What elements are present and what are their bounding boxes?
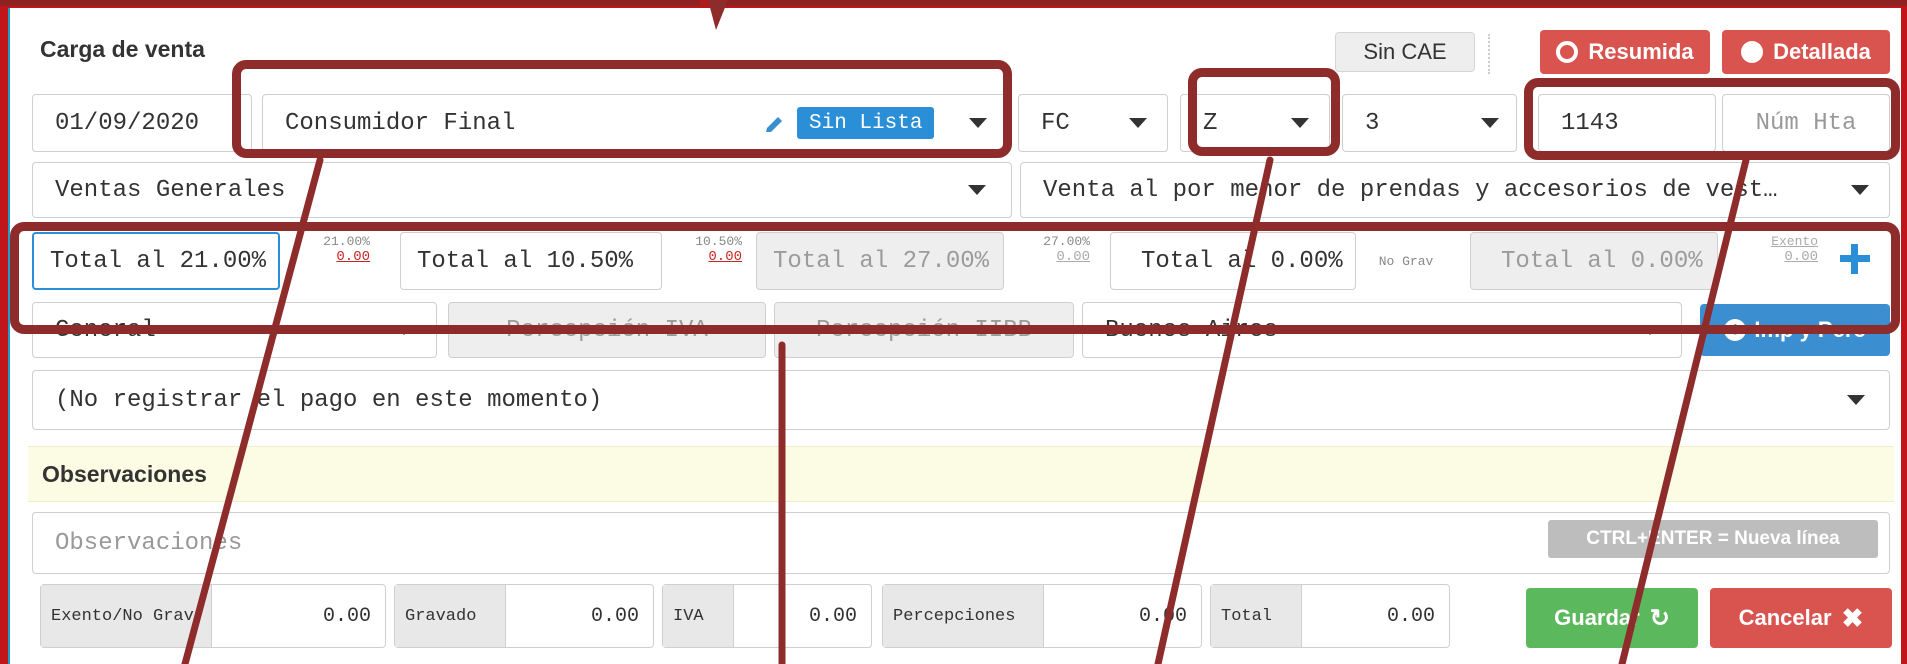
activity-value: Venta al por menor de prendas y accesori… — [1043, 176, 1778, 204]
summary-gravado: Gravado 0.00 — [394, 584, 654, 648]
sale-form: Carga de venta Sin CAE Resumida Detallad… — [8, 8, 1901, 664]
summary-percepciones-value: 0.00 — [1138, 604, 1187, 628]
date-field[interactable]: 01/09/2020 — [32, 94, 252, 152]
observations-placeholder: Observaciones — [55, 529, 243, 557]
province-select[interactable]: Buenos Aires — [1082, 302, 1682, 358]
summary-percepciones: Percepciones 0.00 — [882, 584, 1202, 648]
close-icon: ✖ — [1841, 602, 1864, 633]
radio-empty-icon — [1556, 41, 1579, 63]
imp-perc-button[interactable]: + Imp y Perc — [1700, 304, 1890, 356]
refresh-icon: ↻ — [1649, 604, 1670, 632]
summary-total: Total 0.00 — [1210, 584, 1450, 648]
letter-value: Z — [1203, 109, 1218, 137]
summary-gravado-label: Gravado — [395, 585, 506, 647]
edit-pencil-icon[interactable] — [763, 113, 787, 137]
payment-value: (No registrar el pago en este momento) — [55, 386, 603, 414]
rate-21-addon: 21.00% 0.00 — [290, 234, 370, 288]
sale-category-value: Ventas Generales — [55, 176, 286, 204]
summary-exento: Exento/No Grav 0.00 — [40, 584, 386, 648]
total-10-5-value: Total al 10.50% — [417, 247, 634, 275]
chevron-down-icon — [395, 325, 413, 335]
voucher-type-select[interactable]: FC — [1018, 94, 1168, 152]
page-title: Carga de venta — [40, 36, 205, 62]
total-21-value: Total al 21.00% — [50, 247, 267, 275]
customer-select[interactable]: Consumidor Final Sin Lista — [262, 94, 1007, 152]
summary-iva: IVA 0.00 — [662, 584, 872, 648]
observations-heading: Observaciones — [28, 446, 1894, 502]
cae-status-badge: Sin CAE — [1335, 32, 1475, 72]
exento-label: Exento — [1771, 234, 1818, 249]
summary-exento-label: Exento/No Grav — [41, 585, 212, 647]
chevron-down-icon — [1291, 118, 1309, 128]
detailed-view-button[interactable]: Detallada — [1722, 30, 1890, 74]
total-21-input[interactable]: Total al 21.00% — [32, 232, 280, 290]
number-to-input[interactable]: Núm Hta — [1722, 94, 1890, 152]
cancel-button[interactable]: Cancelar ✖ — [1710, 588, 1892, 648]
perception-type-select[interactable]: General — [32, 302, 437, 358]
chevron-down-icon — [968, 185, 986, 195]
exento-addon: Exento 0.00 — [1726, 234, 1818, 288]
price-list-badge[interactable]: Sin Lista — [797, 107, 935, 139]
summary-exento-value: 0.00 — [322, 604, 371, 628]
nograv-label: No Grav — [1378, 253, 1434, 269]
total-27-input[interactable]: Total al 27.00% — [756, 232, 1004, 290]
chevron-down-icon — [1129, 118, 1147, 128]
rate-21-label: 21.00% — [323, 234, 370, 249]
number-from-input[interactable]: 1143 — [1538, 94, 1716, 152]
summary-view-button[interactable]: Resumida — [1540, 30, 1710, 74]
summary-total-label: Total — [1211, 585, 1302, 647]
sale-category-select[interactable]: Ventas Generales — [32, 162, 1012, 218]
nograv-addon: No Grav — [1356, 234, 1456, 288]
radio-filled-icon — [1741, 41, 1764, 63]
payment-select[interactable]: (No registrar el pago en este momento) — [32, 370, 1890, 430]
voucher-type-value: FC — [1041, 109, 1070, 137]
summary-total-value: 0.00 — [1386, 604, 1435, 628]
letter-select[interactable]: Z — [1180, 94, 1330, 152]
total-0-exento-value: Total al 0.00% — [1501, 247, 1703, 275]
summary-iva-label: IVA — [663, 585, 734, 647]
total-0-exento-input[interactable]: Total al 0.00% — [1470, 232, 1718, 290]
divider — [1488, 34, 1490, 74]
summary-percepciones-label: Percepciones — [883, 585, 1044, 647]
chevron-down-icon — [969, 118, 987, 128]
chevron-down-icon — [1641, 325, 1659, 335]
total-0-nograv-input[interactable]: Total al 0.00% — [1110, 232, 1356, 290]
new-line-hint-badge: CTRL+ENTER = Nueva línea — [1548, 520, 1878, 558]
total-27-value: Total al 27.00% — [773, 247, 990, 275]
summary-gravado-value: 0.00 — [590, 604, 639, 628]
customer-name: Consumidor Final — [285, 109, 516, 137]
chevron-down-icon — [1481, 118, 1499, 128]
point-of-sale-value: 3 — [1365, 109, 1380, 137]
perception-type-value: General — [55, 316, 156, 344]
add-tax-plus-icon[interactable] — [1838, 242, 1872, 276]
total-0-nograv-value: Total al 0.00% — [1141, 247, 1343, 275]
plus-circle-icon: + — [1724, 319, 1747, 341]
rate-10-5-addon: 10.50% 0.00 — [662, 234, 742, 288]
save-button[interactable]: Guardar ↻ — [1526, 588, 1698, 648]
rate-10-5-amount[interactable]: 0.00 — [662, 249, 742, 265]
perception-iva-input[interactable]: Percepción IVA — [448, 302, 766, 358]
chevron-down-icon — [1847, 395, 1865, 405]
rate-27-label: 27.00% — [1043, 234, 1090, 249]
rate-10-5-label: 10.50% — [695, 234, 742, 249]
summary-iva-value: 0.00 — [808, 604, 857, 628]
province-value: Buenos Aires — [1105, 316, 1278, 344]
exento-amount: 0.00 — [1784, 249, 1818, 265]
rate-27-addon: 27.00% 0.00 — [1004, 234, 1090, 288]
rate-21-amount[interactable]: 0.00 — [290, 249, 370, 265]
chevron-down-icon — [1851, 185, 1869, 195]
point-of-sale-select[interactable]: 3 — [1342, 94, 1517, 152]
perception-iibb-input[interactable]: Percepción IIBB — [774, 302, 1074, 358]
activity-select[interactable]: Venta al por menor de prendas y accesori… — [1020, 162, 1890, 218]
rate-27-amount: 0.00 — [1056, 249, 1090, 265]
top-strip — [0, 0, 1907, 18]
total-10-5-input[interactable]: Total al 10.50% — [400, 232, 662, 290]
